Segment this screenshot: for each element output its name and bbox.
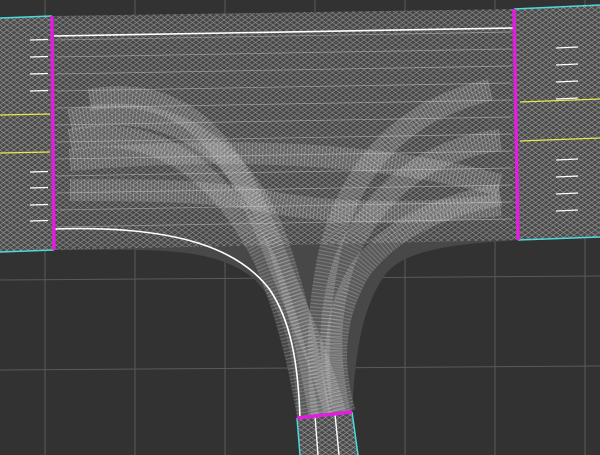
lane-dash [29, 170, 49, 173]
lane-dash [29, 186, 49, 189]
junction[interactable] [53, 9, 518, 419]
lane-dash [29, 38, 49, 41]
lane-dash [29, 72, 49, 75]
lane-dash [29, 89, 49, 92]
road-west[interactable] [0, 15, 55, 253]
road-editor-viewport[interactable] [0, 0, 600, 455]
road-network-canvas[interactable] [0, 0, 600, 455]
lane-dash [29, 203, 49, 206]
lane-dash [29, 55, 49, 58]
junction-boundary-west[interactable] [50, 15, 56, 251]
lane-dash [29, 219, 49, 222]
road-east[interactable] [513, 4, 600, 241]
